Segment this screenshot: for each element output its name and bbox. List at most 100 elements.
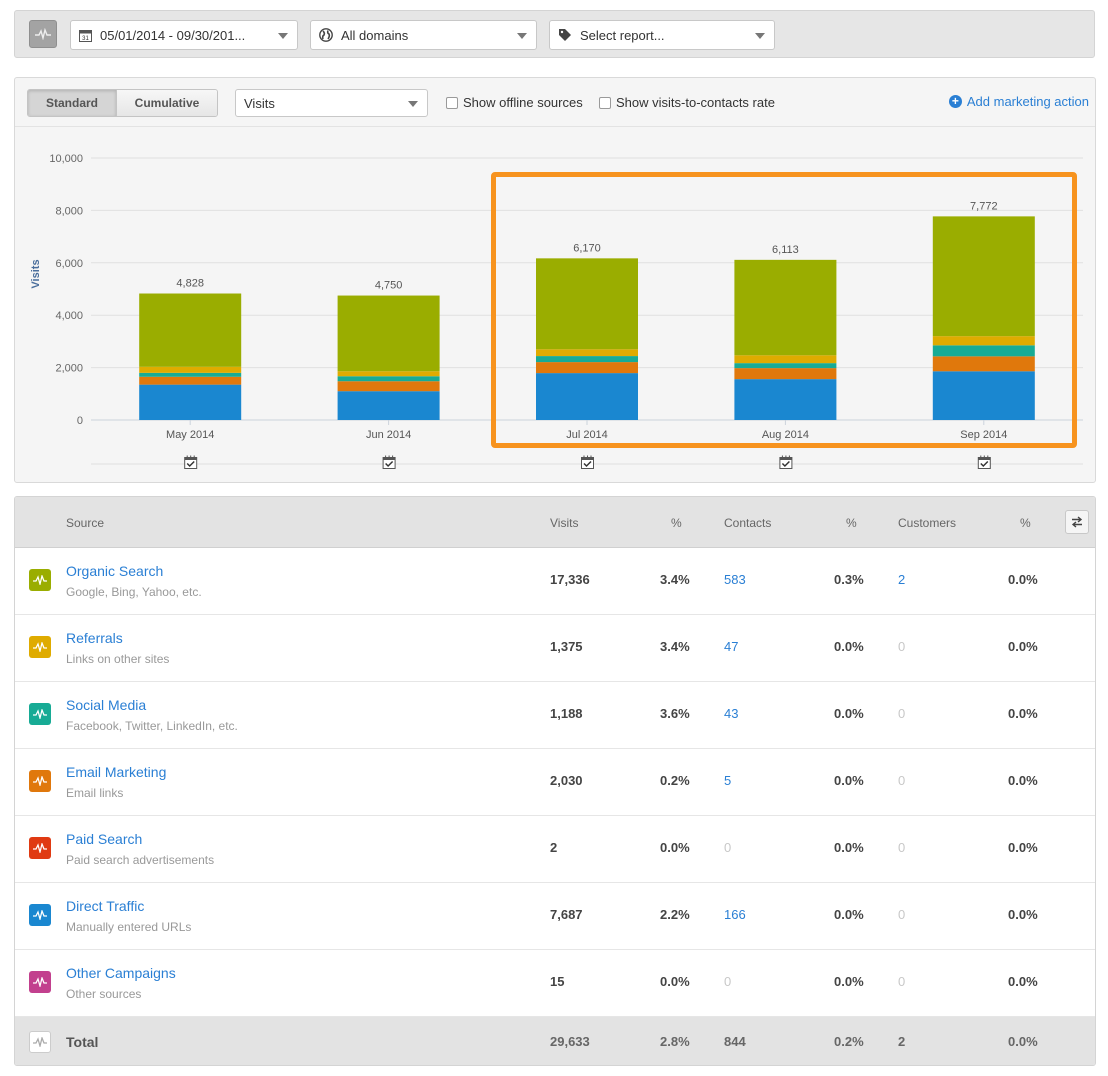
header-visits[interactable]: Visits (550, 516, 578, 530)
source-description: Email links (66, 786, 124, 800)
visits-value: 1,375 (550, 639, 583, 654)
table-row: Social Media Facebook, Twitter, LinkedIn,… (15, 682, 1095, 749)
pulse-icon (35, 28, 51, 40)
bar-segment-direct-traffic[interactable] (536, 373, 638, 420)
chevron-down-icon (517, 33, 527, 39)
bar-segment-referrals[interactable] (932, 336, 1035, 346)
contacts-pct-value: 0.0% (834, 840, 864, 855)
contacts-value: 0 (724, 840, 732, 855)
source-description: Google, Bing, Yahoo, etc. (66, 585, 202, 599)
customers-pct-value: 0.0% (1008, 840, 1038, 855)
bar-segment-social-media[interactable] (139, 372, 242, 377)
bar-segment-direct-traffic[interactable] (734, 379, 837, 420)
contacts-value[interactable]: 43 (724, 706, 738, 721)
source-name-link[interactable]: Email Marketing (66, 764, 166, 780)
source-description: Paid search advertisements (66, 853, 215, 867)
bar-segment-referrals[interactable] (337, 371, 440, 377)
header-customers[interactable]: Customers (898, 516, 956, 530)
source-name-link[interactable]: Social Media (66, 697, 146, 713)
calendar-check-icon[interactable] (184, 455, 198, 469)
bar-segment-referrals[interactable] (536, 349, 638, 357)
header-source[interactable]: Source (66, 516, 104, 530)
source-pulse-icon (29, 904, 51, 926)
bar-segment-social-media[interactable] (536, 356, 638, 363)
visits-pct-value: 2.2% (660, 907, 690, 922)
customers-value: 0 (898, 706, 906, 721)
header-visits-pct[interactable]: % (671, 516, 682, 530)
bar-segment-direct-traffic[interactable] (139, 384, 242, 420)
source-name-link[interactable]: Organic Search (66, 563, 163, 579)
bar-segment-email-marketing[interactable] (932, 356, 1035, 372)
visits-value: 17,336 (550, 572, 590, 587)
bar-segment-social-media[interactable] (337, 376, 440, 382)
domain-select[interactable]: All domains (310, 20, 537, 50)
source-name-link[interactable]: Referrals (66, 630, 123, 646)
visits-value: 1,188 (550, 706, 583, 721)
visits-pct-value: 0.0% (660, 974, 690, 989)
bar-segment-email-marketing[interactable] (536, 362, 638, 374)
customers-pct-value: 0.0% (1008, 974, 1038, 989)
bar-segment-organic-search[interactable] (536, 258, 638, 350)
date-range-value: 05/01/2014 - 09/30/201... (100, 27, 246, 43)
visits-value: 2 (550, 840, 558, 855)
total-contacts-pct: 0.2% (834, 1034, 864, 1049)
contacts-value[interactable]: 5 (724, 773, 731, 788)
contacts-pct-value: 0.0% (834, 907, 864, 922)
customers-value[interactable]: 2 (898, 572, 905, 587)
contacts-value[interactable]: 47 (724, 639, 738, 654)
bar-segment-referrals[interactable] (734, 355, 837, 364)
bar-segment-email-marketing[interactable] (734, 368, 837, 380)
bar-segment-email-marketing[interactable] (139, 376, 242, 385)
bar-total-label: 4,828 (176, 278, 204, 290)
calendar-check-icon[interactable] (977, 455, 991, 469)
source-name-link[interactable]: Other Campaigns (66, 965, 176, 981)
bar-segment-organic-search[interactable] (734, 259, 837, 356)
customers-value: 0 (898, 974, 906, 989)
source-name-link[interactable]: Paid Search (66, 831, 142, 847)
source-description: Facebook, Twitter, LinkedIn, etc. (66, 719, 238, 733)
bar-segment-social-media[interactable] (734, 363, 837, 369)
header-customers-pct[interactable]: % (1020, 516, 1031, 530)
chevron-down-icon (278, 33, 288, 39)
bar-segment-direct-traffic[interactable] (337, 391, 440, 420)
calendar-check-icon[interactable] (779, 455, 793, 469)
x-tick-label: Jun 2014 (366, 429, 411, 441)
total-pulse-icon (29, 1031, 51, 1053)
bar-segment-referrals[interactable] (139, 366, 242, 373)
visits-value: 2,030 (550, 773, 583, 788)
bar-segment-organic-search[interactable] (932, 216, 1035, 337)
source-pulse-icon (29, 703, 51, 725)
visits-pct-value: 0.0% (660, 840, 690, 855)
visits-chart: 0 2,000 4,000 6,000 8,000 10,000 Visits 4,828… (30, 153, 1083, 469)
source-name-link[interactable]: Direct Traffic (66, 898, 144, 914)
bar-segment-organic-search[interactable] (139, 293, 242, 367)
source-description: Other sources (66, 987, 142, 1001)
contacts-value[interactable]: 166 (724, 907, 746, 922)
swap-arrows-icon (1071, 516, 1083, 528)
date-range-select[interactable]: 31 05/01/2014 - 09/30/201... (70, 20, 298, 50)
contacts-pct-value: 0.0% (834, 639, 864, 654)
calendar-icon: 31 (79, 28, 92, 42)
chart-panel: Standard Cumulative Visits Show offline … (14, 77, 1096, 483)
x-tick-label: Sep 2014 (960, 429, 1007, 441)
calendar-check-icon[interactable] (581, 455, 594, 469)
bar-segment-organic-search[interactable] (337, 295, 440, 372)
customers-pct-value: 0.0% (1008, 706, 1038, 721)
bar-segment-social-media[interactable] (932, 345, 1035, 357)
bar-segment-direct-traffic[interactable] (932, 371, 1035, 420)
chevron-down-icon (755, 33, 765, 39)
customers-pct-value: 0.0% (1008, 572, 1038, 587)
source-pulse-icon (29, 770, 51, 792)
sources-view-button[interactable] (29, 20, 57, 48)
table-row: Direct Traffic Manually entered URLs 7,687… (15, 883, 1095, 950)
calendar-check-icon[interactable] (382, 455, 396, 469)
header-contacts[interactable]: Contacts (724, 516, 771, 530)
header-contacts-pct[interactable]: % (846, 516, 857, 530)
report-select[interactable]: Select report... (549, 20, 775, 50)
total-visits: 29,633 (550, 1034, 590, 1049)
x-tick-label: May 2014 (166, 429, 214, 441)
contacts-value[interactable]: 583 (724, 572, 746, 587)
swap-columns-button[interactable] (1065, 510, 1089, 534)
bar-segment-email-marketing[interactable] (337, 381, 440, 392)
source-pulse-icon (29, 636, 51, 658)
